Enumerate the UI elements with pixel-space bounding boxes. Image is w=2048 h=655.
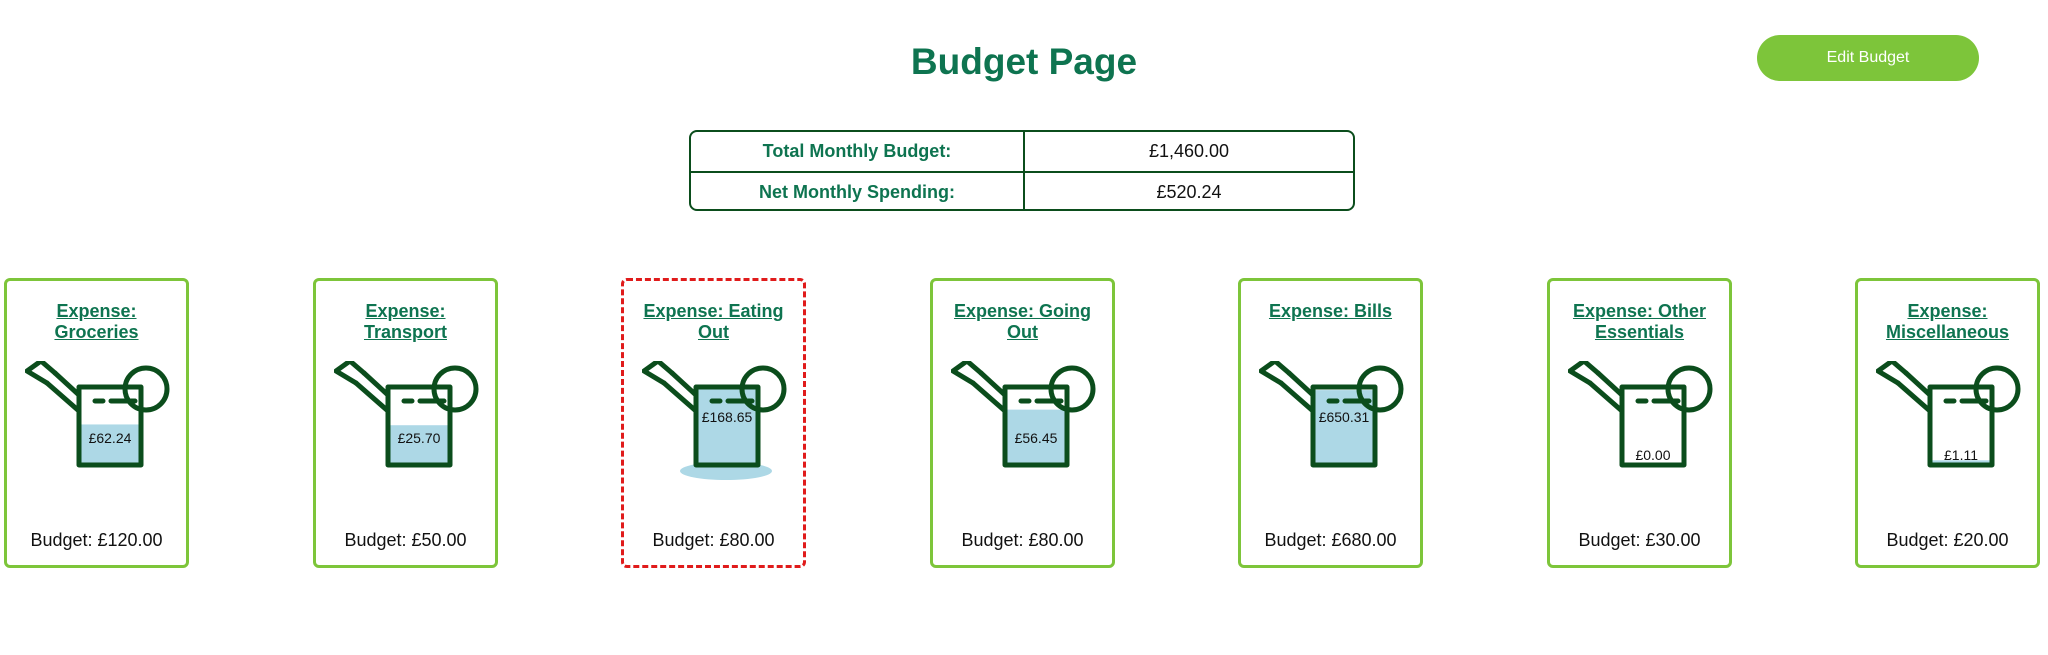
spent-amount: £0.00 <box>1635 447 1670 463</box>
watering-can-icon: £650.31 <box>1259 361 1404 468</box>
expense-card-budget: Budget: £80.00 <box>652 530 775 550</box>
spent-amount: £650.31 <box>1319 409 1370 425</box>
expense-card-budget: Budget: £680.00 <box>1264 530 1397 550</box>
page-title: Budget Page <box>910 41 1138 82</box>
budget-summary-table: Total Monthly Budget: £1,460.00 Net Mont… <box>689 130 1355 211</box>
summary-row-spending: Net Monthly Spending: £520.24 <box>691 171 1353 209</box>
spent-amount: £56.45 <box>1015 430 1058 446</box>
total-budget-value: £1,460.00 <box>1148 141 1230 161</box>
expense-card-budget: Budget: £120.00 <box>30 530 163 550</box>
expense-card-title[interactable]: Expense: Groceries <box>15 301 178 343</box>
expense-card[interactable]: Expense: Bills £650.31 Budget: £680.00 <box>1238 278 1423 568</box>
expense-card[interactable]: Expense: Groceries £62.24 Budget: £120.00 <box>4 278 189 568</box>
watering-can-icon: £1.11 <box>1876 361 2021 468</box>
expense-card-title[interactable]: Expense: Bills <box>1249 301 1412 322</box>
net-spending-value: £520.24 <box>1156 182 1222 202</box>
expense-card-title[interactable]: Expense: Eating Out <box>632 301 795 343</box>
expense-card[interactable]: Expense: Going Out £56.45 Budget: £80.00 <box>930 278 1115 568</box>
expense-card[interactable]: Expense: Other Essentials £0.00 Budget: £3… <box>1547 278 1732 568</box>
expense-card[interactable]: Expense: Miscellaneous £1.11 Budget: £20.0… <box>1855 278 2040 568</box>
spent-amount: £168.65 <box>702 409 753 425</box>
expense-card[interactable]: Expense: Transport £25.70 Budget: £50.00 <box>313 278 498 568</box>
expense-card-title[interactable]: Expense: Other Essentials <box>1558 301 1721 343</box>
summary-row-total: Total Monthly Budget: £1,460.00 <box>691 132 1353 171</box>
expense-card-budget: Budget: £80.00 <box>961 530 1084 550</box>
net-spending-label: Net Monthly Spending: <box>691 173 1025 209</box>
total-budget-label: Total Monthly Budget: <box>691 132 1025 171</box>
expense-card-budget: Budget: £30.00 <box>1578 530 1701 550</box>
expense-card-title[interactable]: Expense: Transport <box>324 301 487 343</box>
spent-amount: £1.11 <box>1944 447 1978 463</box>
watering-can-icon: £168.65 <box>642 361 787 480</box>
spent-amount: £25.70 <box>398 430 441 446</box>
expense-card[interactable]: Expense: Eating Out £168.65 Budget: £80.00 <box>621 278 806 568</box>
expense-card-budget: Budget: £50.00 <box>344 530 467 550</box>
spent-amount: £62.24 <box>89 430 132 446</box>
expense-card-title[interactable]: Expense: Going Out <box>941 301 1104 343</box>
expense-card-title[interactable]: Expense: Miscellaneous <box>1866 301 2029 343</box>
expense-card-budget: Budget: £20.00 <box>1886 530 2009 550</box>
edit-budget-button[interactable]: Edit Budget <box>1757 35 1979 81</box>
watering-can-icon: £56.45 <box>951 361 1096 468</box>
watering-can-icon: £62.24 <box>25 361 170 468</box>
watering-can-icon: £25.70 <box>334 361 479 468</box>
watering-can-icon: £0.00 <box>1568 361 1713 468</box>
